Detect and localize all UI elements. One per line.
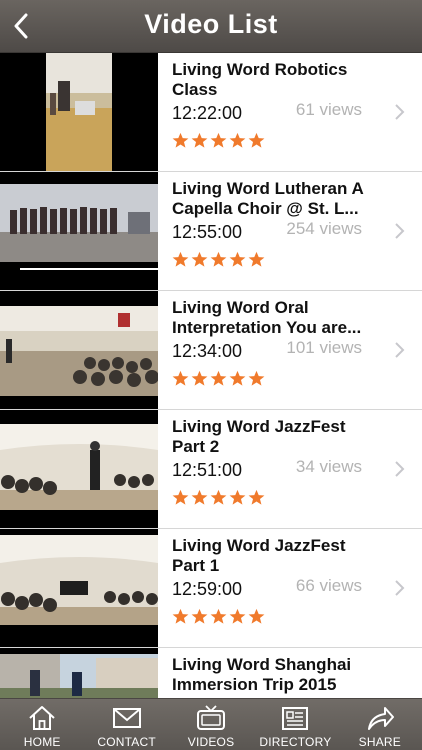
chevron-right-icon bbox=[395, 342, 405, 358]
envelope-icon bbox=[112, 708, 141, 728]
tab-label: CONTACT bbox=[97, 735, 156, 749]
star-icon bbox=[229, 489, 246, 505]
star-rating bbox=[172, 370, 265, 387]
star-icon bbox=[172, 251, 189, 267]
star-icon bbox=[210, 132, 227, 148]
star-icon bbox=[172, 489, 189, 505]
tab-contact[interactable]: CONTACT bbox=[84, 699, 168, 750]
star-icon bbox=[229, 132, 246, 148]
video-duration: 12:55:00 bbox=[172, 222, 243, 242]
tab-label: SHARE bbox=[358, 735, 401, 749]
video-title: Living Word Shanghai Immersion Trip 2015 bbox=[172, 655, 352, 694]
video-thumbnail bbox=[0, 291, 158, 409]
star-icon bbox=[229, 608, 246, 624]
video-thumbnail bbox=[0, 53, 158, 171]
star-icon bbox=[172, 132, 189, 148]
star-icon bbox=[191, 489, 208, 505]
video-title: Living Word Oral Interpretation You are.… bbox=[172, 298, 362, 337]
star-icon bbox=[248, 370, 265, 386]
video-title: Living Word Robotics Class bbox=[172, 60, 348, 99]
video-views: 66 views bbox=[295, 576, 362, 595]
video-thumbnail bbox=[0, 648, 158, 698]
star-icon bbox=[229, 370, 246, 386]
tab-share[interactable]: SHARE bbox=[338, 699, 422, 750]
tab-videos[interactable]: VIDEOS bbox=[169, 699, 253, 750]
tab-directory[interactable]: DIRECTORY bbox=[253, 699, 337, 750]
video-thumbnail bbox=[0, 529, 158, 647]
video-row[interactable]: Living Word JazzFest Part 1 12:59:00 66 … bbox=[0, 529, 422, 648]
video-row[interactable]: Living Word Oral Interpretation You are.… bbox=[0, 291, 422, 410]
video-row[interactable]: Living Word Shanghai Immersion Trip 2015 bbox=[0, 648, 422, 698]
video-views: 101 views bbox=[286, 338, 362, 357]
chevron-right-icon bbox=[395, 580, 405, 596]
header-bar: Video List bbox=[0, 0, 422, 53]
tab-label: DIRECTORY bbox=[259, 735, 332, 749]
tv-icon bbox=[197, 705, 226, 730]
tab-label: HOME bbox=[23, 735, 61, 749]
chevron-right-icon bbox=[395, 104, 405, 120]
star-icon bbox=[248, 251, 265, 267]
directory-icon bbox=[282, 707, 309, 730]
star-icon bbox=[229, 251, 246, 267]
video-views: 34 views bbox=[295, 457, 362, 476]
video-thumbnail bbox=[0, 410, 158, 528]
star-rating bbox=[172, 251, 265, 268]
share-icon bbox=[367, 707, 394, 730]
star-rating bbox=[172, 489, 265, 506]
video-title: Living Word Lutheran A Capella Choir @ S… bbox=[172, 179, 364, 218]
star-icon bbox=[191, 132, 208, 148]
video-thumbnail bbox=[0, 172, 158, 290]
chevron-right-icon bbox=[395, 223, 405, 239]
video-views: 61 views bbox=[295, 100, 362, 119]
star-icon bbox=[248, 608, 265, 624]
video-row[interactable]: Living Word Robotics Class 12:22:00 61 v… bbox=[0, 53, 422, 172]
star-rating bbox=[172, 132, 265, 149]
video-duration: 12:34:00 bbox=[172, 341, 243, 361]
page-title: Video List bbox=[144, 9, 278, 39]
star-rating bbox=[172, 608, 265, 625]
tab-bar: HOME CONTACT VIDEOS DIRECTORY SHARE bbox=[0, 698, 422, 750]
star-icon bbox=[210, 489, 227, 505]
star-icon bbox=[248, 489, 265, 505]
star-icon bbox=[210, 251, 227, 267]
tab-label: VIDEOS bbox=[187, 735, 235, 749]
star-icon bbox=[248, 132, 265, 148]
home-icon bbox=[29, 706, 55, 730]
star-icon bbox=[210, 370, 227, 386]
star-icon bbox=[210, 608, 227, 624]
star-icon bbox=[191, 608, 208, 624]
star-icon bbox=[191, 251, 208, 267]
star-icon bbox=[191, 370, 208, 386]
star-icon bbox=[172, 370, 189, 386]
chevron-right-icon bbox=[395, 461, 405, 477]
tab-home[interactable]: HOME bbox=[0, 699, 84, 750]
video-list: Living Word Robotics Class 12:22:00 61 v… bbox=[0, 53, 422, 698]
video-duration: 12:22:00 bbox=[172, 103, 243, 123]
video-views: 254 views bbox=[286, 219, 362, 238]
video-row[interactable]: Living Word Lutheran A Capella Choir @ S… bbox=[0, 172, 422, 291]
video-duration: 12:59:00 bbox=[172, 579, 243, 599]
video-duration: 12:51:00 bbox=[172, 460, 243, 480]
star-icon bbox=[172, 608, 189, 624]
video-title: Living Word JazzFest Part 2 bbox=[172, 417, 346, 456]
video-title: Living Word JazzFest Part 1 bbox=[172, 536, 346, 575]
video-row[interactable]: Living Word JazzFest Part 2 12:51:00 34 … bbox=[0, 410, 422, 529]
